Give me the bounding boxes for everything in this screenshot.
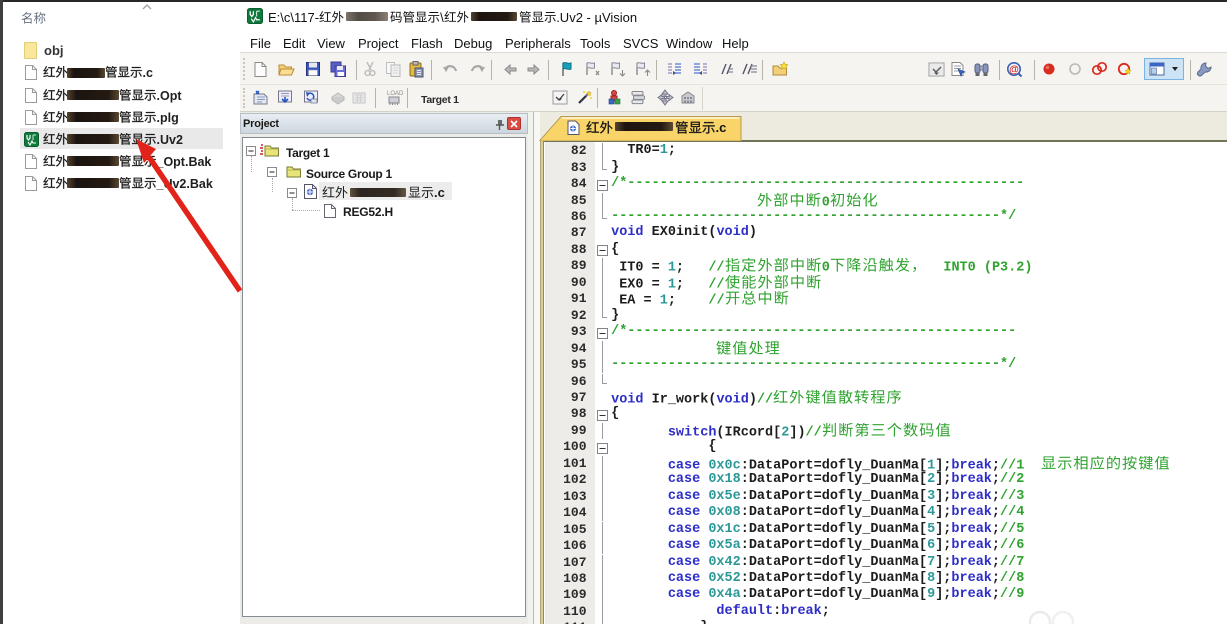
svg-text:@: @ [1009, 65, 1019, 76]
svg-text:LOAD: LOAD [387, 91, 404, 97]
